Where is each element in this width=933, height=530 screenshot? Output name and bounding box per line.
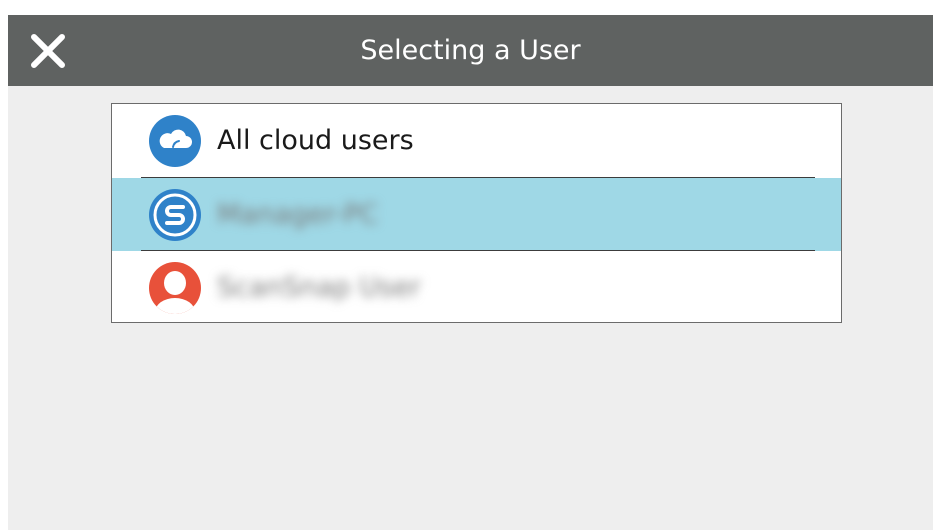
user-list: All cloud users Manager-PC ScanSnap User [111, 103, 842, 323]
user-item-manager-pc[interactable]: Manager-PC [112, 178, 841, 251]
person-icon [149, 262, 201, 314]
user-item-label: ScanSnap User [217, 272, 421, 303]
close-icon [31, 34, 65, 68]
user-selection-window: Selecting a User All cloud users Manager… [8, 15, 933, 530]
title-bar: Selecting a User [8, 15, 933, 86]
close-button[interactable] [26, 29, 70, 73]
user-item-label: All cloud users [217, 125, 414, 156]
window-title: Selecting a User [360, 35, 581, 66]
user-item-label: Manager-PC [217, 199, 379, 230]
cloud-icon [149, 115, 201, 167]
user-item-all-cloud-users[interactable]: All cloud users [112, 104, 841, 177]
user-item-scansnap-user[interactable]: ScanSnap User [112, 251, 841, 324]
scansnap-logo-icon [149, 189, 201, 241]
